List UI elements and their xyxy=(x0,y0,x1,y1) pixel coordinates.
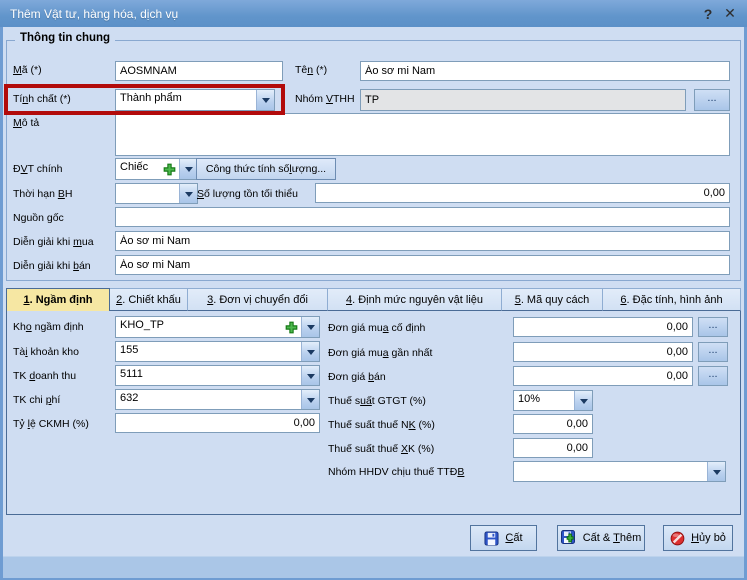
mo-ta-label: Mô tả xyxy=(13,117,39,130)
gia-ban-browse-button[interactable]: ... xyxy=(698,366,728,386)
tk-chi-phi-combobox[interactable]: 632 xyxy=(115,389,320,410)
dien-giai-ban-input[interactable] xyxy=(115,255,730,275)
gia-ban-input[interactable] xyxy=(513,366,693,386)
dvt-chinh-combobox[interactable]: Chiếc xyxy=(115,158,198,180)
chevron-down-icon[interactable] xyxy=(707,462,725,481)
cong-thuc-button[interactable]: Công thức tính số lượng... xyxy=(196,158,336,180)
cancel-button-label: Hủy bỏ xyxy=(691,532,726,544)
gia-mua-co-dinh-browse-button[interactable]: ... xyxy=(698,317,728,337)
tab-dinh-muc-nvl[interactable]: 4. Định mức nguyên vật liệu xyxy=(328,288,502,311)
save-and-add-button[interactable]: Cất & Thêm xyxy=(557,525,645,551)
dvt-chinh-value: Chiếc xyxy=(116,159,159,179)
save-icon xyxy=(484,531,499,546)
so-luong-ton-label: Số lượng tồn tối thiểu xyxy=(197,188,298,201)
ty-le-ckmh-input[interactable] xyxy=(115,413,320,433)
thue-xk-label: Thuế suất thuế XK (%) xyxy=(328,443,434,456)
kho-ngam-dinh-value: KHO_TP xyxy=(116,317,281,337)
title-bar: Thêm Vật tư, hàng hóa, dịch vụ ? ✕ xyxy=(0,0,747,27)
gia-mua-gan-nhat-label: Đơn giá mua gần nhất xyxy=(328,347,432,360)
gia-mua-co-dinh-label: Đơn giá mua cố định xyxy=(328,322,425,335)
dvt-chinh-label: ĐVT chính xyxy=(13,163,62,176)
help-icon[interactable]: ? xyxy=(697,0,719,27)
tk-chi-phi-value: 632 xyxy=(116,390,301,409)
tab-strip: 1. Ngầm định 2. Chiết khấu 3. Đơn vị chu… xyxy=(6,288,741,311)
ma-label: Mã (*) xyxy=(13,64,42,77)
gia-ban-label: Đơn giá bán xyxy=(328,371,386,384)
gia-mua-gan-nhat-browse-button[interactable]: ... xyxy=(698,342,728,362)
mo-ta-textarea[interactable] xyxy=(115,113,730,156)
add-warehouse-plus-icon[interactable] xyxy=(281,317,301,337)
tab-don-vi-chuyen-doi[interactable]: 3. Đơn vị chuyển đổi xyxy=(188,288,328,311)
thoi-han-bh-combobox[interactable] xyxy=(115,183,198,204)
save-button-label: Cất xyxy=(505,532,522,544)
tk-doanh-thu-value: 5111 xyxy=(116,366,301,385)
kho-ngam-dinh-combobox[interactable]: KHO_TP xyxy=(115,316,320,338)
chevron-down-icon[interactable] xyxy=(301,342,319,361)
chevron-down-icon[interactable] xyxy=(179,159,197,179)
dien-giai-ban-label: Diễn giải khi bán xyxy=(13,260,91,273)
tk-chi-phi-label: TK chi phí xyxy=(13,394,60,407)
nhom-ttdb-value xyxy=(514,462,707,481)
so-luong-ton-input[interactable] xyxy=(315,183,730,203)
ten-input[interactable] xyxy=(360,61,730,81)
tai-khoan-kho-combobox[interactable]: 155 xyxy=(115,341,320,362)
chevron-down-icon[interactable] xyxy=(179,184,197,203)
kho-ngam-dinh-label: Kho ngầm định xyxy=(13,321,84,334)
tai-khoan-kho-value: 155 xyxy=(116,342,301,361)
add-unit-plus-icon[interactable] xyxy=(159,159,179,179)
tab-chiet-khau[interactable]: 2. Chiết khấu xyxy=(110,288,188,311)
tinh-chat-combobox[interactable]: Thành phẩm xyxy=(115,89,275,111)
thue-nk-input[interactable] xyxy=(513,414,593,434)
nguon-goc-label: Nguồn gốc xyxy=(13,212,64,225)
gia-mua-co-dinh-input[interactable] xyxy=(513,317,693,337)
dialog-title: Thêm Vật tư, hàng hóa, dịch vụ xyxy=(0,7,178,21)
nhom-vthh-browse-button[interactable]: ... xyxy=(694,89,730,111)
close-icon[interactable]: ✕ xyxy=(719,0,741,27)
thue-gtgt-label: Thuế suất GTGT (%) xyxy=(328,395,426,408)
nhom-ttdb-label: Nhóm HHDV chịu thuế TTĐB xyxy=(328,466,464,479)
save-add-icon xyxy=(561,530,577,546)
thue-gtgt-combobox[interactable]: 10% xyxy=(513,390,593,411)
ty-le-ckmh-label: Tỷ lệ CKMH (%) xyxy=(13,418,89,431)
chevron-down-icon[interactable] xyxy=(574,391,592,410)
tai-khoan-kho-label: Tài khoản kho xyxy=(13,346,79,359)
chevron-down-icon[interactable] xyxy=(301,366,319,385)
tinh-chat-value: Thành phẩm xyxy=(116,90,256,110)
chevron-down-icon[interactable] xyxy=(256,90,274,110)
group-legend: Thông tin chung xyxy=(15,32,115,44)
thue-xk-input[interactable] xyxy=(513,438,593,458)
thoi-han-bh-value xyxy=(116,184,179,203)
nhom-vthh-label: Nhóm VTHH xyxy=(295,93,355,106)
tab-ngam-dinh[interactable]: 1. Ngầm định xyxy=(6,288,110,311)
ten-label: Tên (*) xyxy=(295,64,327,77)
tk-doanh-thu-combobox[interactable]: 5111 xyxy=(115,365,320,386)
chevron-down-icon[interactable] xyxy=(301,390,319,409)
tab-ma-quy-cach[interactable]: 5. Mã quy cách xyxy=(502,288,603,311)
cancel-icon xyxy=(670,531,685,546)
save-and-add-button-label: Cất & Thêm xyxy=(583,532,642,544)
nhom-ttdb-combobox[interactable] xyxy=(513,461,726,482)
thoi-han-bh-label: Thời hạn BH xyxy=(13,188,72,201)
save-button[interactable]: Cất xyxy=(470,525,537,551)
cancel-button[interactable]: Hủy bỏ xyxy=(663,525,733,551)
tk-doanh-thu-label: TK doanh thu xyxy=(13,370,76,383)
ma-input[interactable] xyxy=(115,61,283,81)
thue-gtgt-value: 10% xyxy=(514,391,574,410)
nguon-goc-input[interactable] xyxy=(115,207,730,227)
dien-giai-mua-label: Diễn giải khi mua xyxy=(13,236,94,249)
bottom-strip xyxy=(3,556,744,578)
tinh-chat-label: Tính chất (*) xyxy=(13,93,71,106)
tab-dac-tinh-hinh-anh[interactable]: 6. Đặc tính, hình ảnh xyxy=(603,288,741,311)
nhom-vthh-input xyxy=(360,89,686,111)
gia-mua-gan-nhat-input[interactable] xyxy=(513,342,693,362)
dialog-window: Thêm Vật tư, hàng hóa, dịch vụ ? ✕ Thông… xyxy=(0,0,747,580)
chevron-down-icon[interactable] xyxy=(301,317,319,337)
thue-nk-label: Thuế suất thuế NK (%) xyxy=(328,419,435,432)
dien-giai-mua-input[interactable] xyxy=(115,231,730,251)
